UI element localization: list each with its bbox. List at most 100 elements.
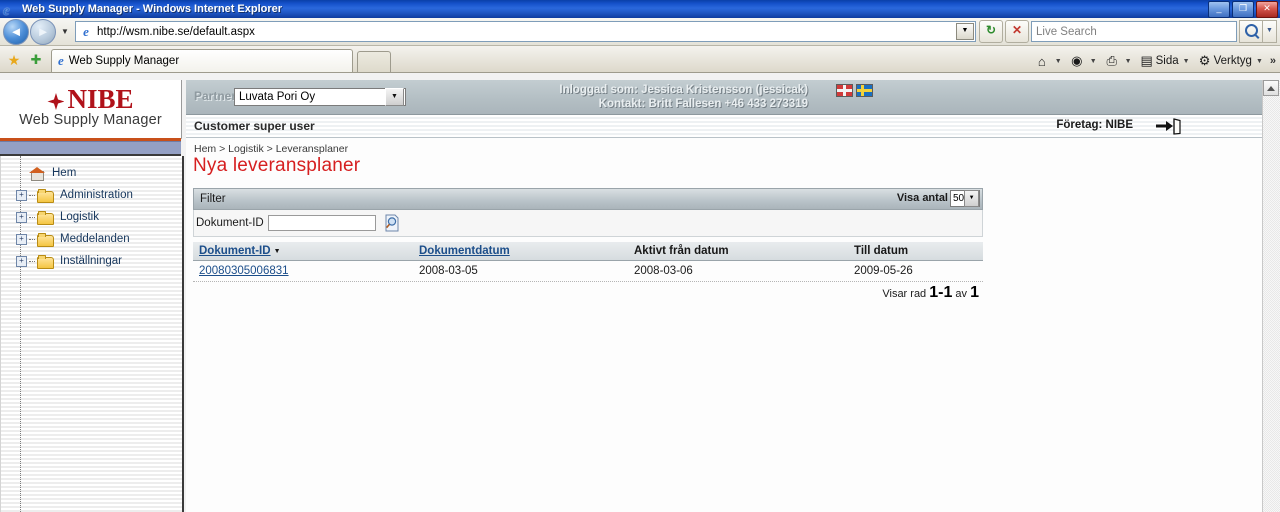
address-dropdown-icon[interactable]: ▼ — [956, 23, 974, 40]
row-count-middle: av — [952, 288, 971, 300]
chevron-down-icon[interactable]: ▼ — [385, 88, 404, 106]
row-count-range: 1-1 — [929, 284, 953, 301]
cell-dokument-id[interactable]: 20080305006831 — [193, 265, 413, 277]
command-overflow-icon[interactable]: » — [1270, 55, 1276, 67]
breadcrumb: Hem > Logistik > Leveransplaner — [194, 143, 348, 155]
tab-favicon-icon: e — [58, 53, 64, 68]
document-id-input[interactable] — [267, 215, 376, 231]
document-id-link[interactable]: 20080305006831 — [199, 265, 289, 277]
recent-pages-caret-icon[interactable]: ▼ — [58, 27, 72, 36]
brand-logo: NIBE Web Supply Manager — [0, 80, 182, 139]
sidebar-item-label: Hem — [52, 167, 77, 179]
minimize-button[interactable]: _ — [1208, 1, 1230, 18]
expand-plus-icon[interactable]: + — [16, 233, 27, 245]
tree-dots — [29, 260, 35, 262]
sidebar-tree: Hem + Administration + Logistik + Meddel… — [0, 156, 184, 512]
home-caret-icon[interactable]: ▼ — [1054, 58, 1065, 65]
nibe-diamond-icon — [47, 93, 65, 110]
sidebar-item-administration[interactable]: + Administration — [1, 184, 182, 206]
flag-uk-icon[interactable] — [836, 84, 853, 97]
filter-panel-header: Filter Visa antal 50 ▼ — [193, 188, 983, 210]
sidebar-item-installningar[interactable]: + Inställningar — [1, 250, 182, 272]
close-button[interactable]: ✕ — [1256, 1, 1278, 18]
column-header-aktivt-fran-datum: Aktivt från datum — [634, 245, 729, 257]
page-viewport: NIBE Web Supply Manager Hem + Administra… — [0, 80, 1280, 512]
home-icon — [29, 166, 45, 181]
print-caret-icon[interactable]: ▼ — [1124, 58, 1135, 65]
address-input[interactable]: e http://wsm.nibe.se/default.aspx ▼ — [75, 21, 976, 42]
session-info: Inloggad som: Jessica Kristensson (jessi… — [488, 83, 808, 111]
feeds-caret-icon[interactable]: ▼ — [1089, 58, 1100, 65]
expand-plus-icon[interactable]: + — [16, 211, 27, 223]
add-to-favorites-icon[interactable]: ✚ — [25, 48, 47, 72]
sidebar-item-meddelanden[interactable]: + Meddelanden — [1, 228, 182, 250]
search-input[interactable]: Live Search — [1031, 21, 1237, 42]
sidebar-item-hem[interactable]: Hem — [1, 162, 182, 184]
command-feeds[interactable]: ◉ — [1066, 53, 1088, 69]
search-go-button[interactable] — [1239, 20, 1263, 43]
brand-name: NIBE — [67, 84, 134, 114]
ie-glyph: e — [3, 2, 10, 19]
tree-dots — [29, 216, 35, 218]
page-caret-icon[interactable]: ▼ — [1182, 58, 1193, 65]
row-count-prefix: Visar rad — [882, 288, 930, 300]
sidebar-item-label: Meddelanden — [60, 233, 130, 245]
column-header-dokumentdatum[interactable]: Dokumentdatum — [413, 245, 628, 257]
sort-desc-icon: ▼ — [273, 248, 281, 255]
stop-button[interactable]: ✕ — [1005, 20, 1029, 43]
restore-button[interactable]: ❐ — [1232, 1, 1254, 18]
visa-antal-label: Visa antal — [896, 192, 948, 204]
window-controls: _ ❐ ✕ — [1208, 1, 1278, 18]
folder-icon — [37, 188, 54, 203]
refresh-button[interactable]: ↻ — [979, 20, 1003, 43]
favorites-center-icon[interactable]: ★ — [3, 48, 25, 72]
search-provider-caret-icon[interactable]: ▼ — [1263, 20, 1277, 43]
folder-icon — [37, 232, 54, 247]
vertical-scrollbar[interactable] — [1262, 80, 1280, 512]
home-icon: ⌂ — [1037, 53, 1046, 69]
expand-plus-icon[interactable]: + — [16, 255, 27, 267]
cell-dokumentdatum: 2008-03-05 — [419, 265, 478, 277]
window-title-bar: e Web Supply Manager - Windows Internet … — [0, 0, 1280, 18]
tools-caret-icon[interactable]: ▼ — [1255, 58, 1266, 65]
search-placeholder: Live Search — [1036, 25, 1097, 38]
scroll-up-button[interactable] — [1263, 80, 1279, 96]
cell-aktivt-fran-datum: 2008-03-06 — [634, 265, 693, 277]
page-body: Hem > Logistik > Leveransplaner Nya leve… — [186, 138, 1263, 512]
flag-se-icon[interactable] — [856, 84, 873, 97]
table-row[interactable]: 20080305006831 2008-03-05 2008-03-06 200… — [193, 261, 983, 282]
lookup-page-icon[interactable] — [384, 214, 400, 232]
command-page-label: Sida — [1155, 55, 1179, 67]
sidebar-accent-stripes — [0, 138, 181, 156]
page-icon: ▤ — [1140, 53, 1153, 68]
back-button[interactable]: ◄ — [3, 18, 29, 45]
brand-subtitle: Web Supply Manager — [19, 112, 162, 128]
expand-plus-icon[interactable]: + — [16, 189, 27, 201]
sidebar-item-label: Administration — [60, 189, 133, 201]
command-tools[interactable]: ⚙ Verktyg — [1194, 53, 1254, 69]
partner-select[interactable]: Luvata Pori Oy ▼ — [234, 88, 406, 106]
command-bar: ⌂ ▼ ◉ ▼ ⎙ ▼ ▤ Sida ▼ ⚙ Verktyg ▼ » — [1031, 53, 1276, 69]
gear-icon: ⚙ — [1198, 53, 1211, 68]
sidebar-item-logistik[interactable]: + Logistik — [1, 206, 182, 228]
forward-button[interactable]: ► — [30, 18, 56, 45]
command-home[interactable]: ⌂ — [1031, 54, 1053, 69]
page-title: Nya leveransplaner — [193, 155, 361, 176]
contact-text: Kontakt: Britt Fallesen +46 433 273319 — [598, 98, 808, 110]
visa-antal-value: 50 — [953, 193, 965, 204]
app-subheader-band: Customer super user Företag: NIBE — [186, 115, 1263, 138]
column-header-dokument-id[interactable]: Dokument-ID ▼ — [193, 245, 413, 257]
row-count-total: 1 — [970, 284, 979, 301]
new-tab-button[interactable] — [357, 51, 391, 72]
command-print[interactable]: ⎙ — [1101, 53, 1123, 69]
folder-icon — [37, 210, 54, 225]
breadcrumb-text[interactable]: Hem > Logistik > Leveransplaner — [194, 143, 348, 155]
visa-antal-select[interactable]: 50 ▼ — [950, 190, 980, 207]
chevron-down-icon[interactable]: ▼ — [964, 190, 979, 207]
internet-explorer-icon: e — [3, 2, 18, 19]
language-flags — [836, 84, 873, 97]
logout-door-icon[interactable] — [1155, 117, 1183, 135]
cell-till-datum: 2009-05-26 — [854, 265, 913, 277]
command-page[interactable]: ▤ Sida — [1136, 53, 1181, 69]
tab-web-supply-manager[interactable]: e Web Supply Manager — [51, 49, 353, 72]
